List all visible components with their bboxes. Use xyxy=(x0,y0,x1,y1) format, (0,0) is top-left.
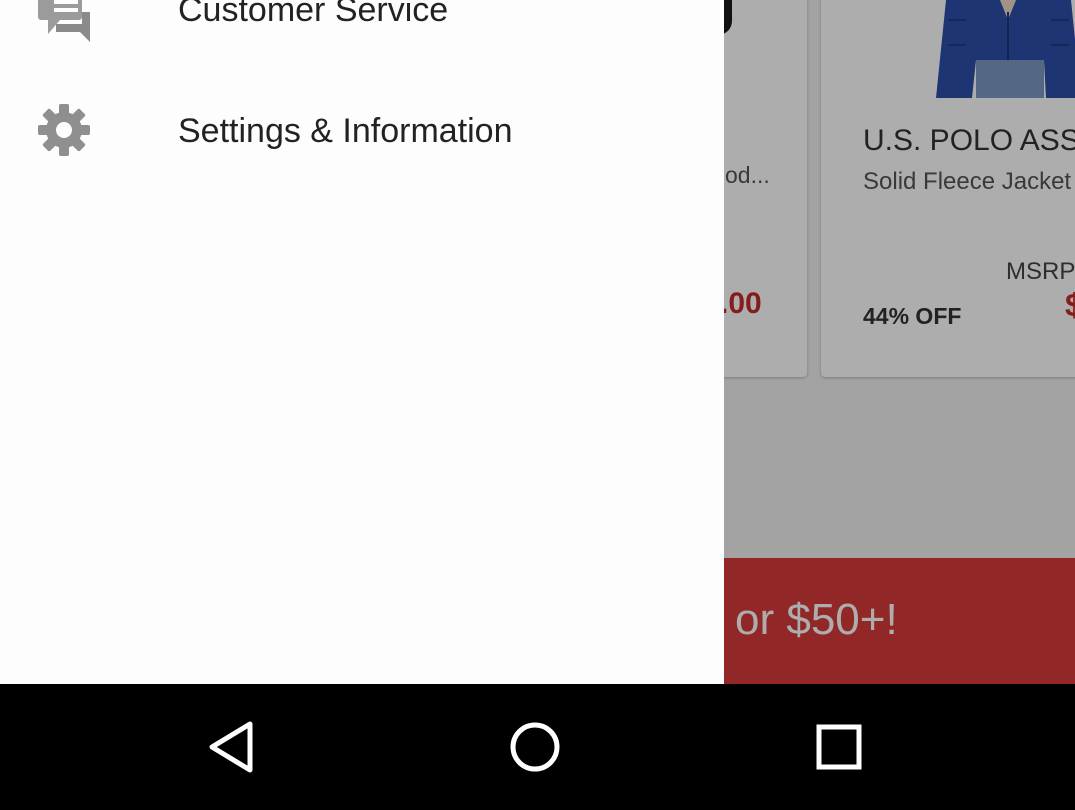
recents-icon[interactable] xyxy=(804,712,874,782)
navigation-drawer: Customer Service Settings & Information xyxy=(0,0,724,684)
chat-icon xyxy=(38,0,90,42)
drawer-item-customer-service[interactable]: Customer Service xyxy=(0,0,724,50)
drawer-item-settings[interactable]: Settings & Information xyxy=(0,88,724,178)
back-icon[interactable] xyxy=(196,712,266,782)
drawer-item-label: Settings & Information xyxy=(178,112,513,150)
gear-icon xyxy=(38,104,90,156)
home-icon[interactable] xyxy=(500,712,570,782)
system-nav-bar xyxy=(0,684,1075,810)
drawer-item-label: Customer Service xyxy=(178,0,449,29)
